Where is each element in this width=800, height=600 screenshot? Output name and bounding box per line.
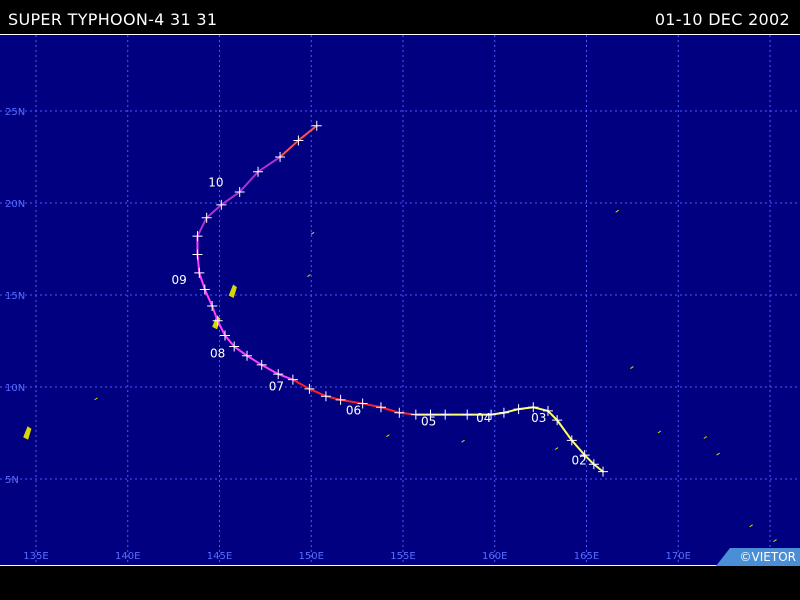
storm-title: SUPER TYPHOON-4 31 31 [8, 10, 218, 29]
track-position-marker [192, 231, 203, 242]
track-position-marker [410, 409, 421, 420]
lat-tick-label: 25N [5, 107, 25, 118]
date-range: 01-10 DEC 2002 [654, 10, 790, 29]
track-segment [308, 387, 327, 398]
lon-tick-label: 155E [390, 551, 415, 562]
track-segment [224, 334, 236, 348]
atoll [703, 436, 708, 439]
track-position-marker [335, 394, 346, 405]
lon-tick-label: 135E [23, 551, 48, 562]
track-position-marker [207, 301, 218, 312]
track-position-marker [513, 404, 524, 415]
atoll [615, 209, 619, 213]
track-map-canvas: 135E140E145E150E155E160E165E170E175E5N10… [0, 35, 800, 565]
atoll [94, 397, 98, 401]
lon-tick-label: 160E [482, 551, 507, 562]
day-label: 06 [346, 404, 361, 418]
lat-tick-label: 10N [5, 383, 25, 394]
atoll [307, 274, 311, 278]
track-segment [546, 409, 559, 422]
day-label: 07 [269, 380, 284, 394]
track-map: 135E140E145E150E155E160E165E170E175E5N10… [0, 34, 800, 566]
day-label: 04 [476, 411, 491, 425]
track-segment [257, 156, 282, 173]
track-segment [502, 408, 520, 414]
track-position-marker [199, 284, 210, 295]
track-segment [379, 406, 401, 414]
track-position-marker [304, 383, 315, 394]
atoll [630, 366, 634, 370]
track-position-marker [192, 249, 203, 260]
atoll [749, 524, 753, 528]
track-position-marker [256, 359, 267, 370]
track-position-marker [194, 267, 205, 278]
track-position-marker [462, 409, 473, 420]
day-label: 02 [572, 453, 587, 467]
atoll [773, 539, 777, 542]
atoll [716, 452, 720, 456]
lon-tick-label: 145E [207, 551, 232, 562]
day-label: 03 [531, 411, 546, 425]
track-segment [211, 305, 219, 322]
track-segment [556, 419, 573, 442]
track-segment [246, 354, 263, 366]
track-segment [216, 319, 227, 337]
track-position-marker [498, 407, 509, 418]
track-position-marker [273, 369, 284, 380]
atoll [310, 231, 315, 235]
atoll [386, 434, 390, 438]
track-segment [198, 271, 206, 291]
title-bar: SUPER TYPHOON-4 31 31 01-10 DEC 2002 [0, 0, 800, 34]
atoll [657, 430, 662, 434]
lat-tick-label: 20N [5, 199, 25, 210]
footer-bar [0, 566, 800, 600]
day-label: 09 [171, 273, 186, 287]
lon-tick-label: 140E [115, 551, 140, 562]
day-label: 10 [208, 175, 223, 189]
track-segment [238, 170, 260, 193]
track-segment [279, 139, 300, 158]
track-segment [233, 345, 249, 357]
island-palau [23, 426, 32, 440]
track-segment [592, 463, 605, 473]
track-position-marker [320, 391, 331, 402]
track-segment [203, 288, 214, 308]
day-label: 08 [210, 347, 225, 361]
track-segment [196, 216, 208, 238]
lon-tick-label: 150E [299, 551, 324, 562]
lon-tick-label: 165E [574, 551, 599, 562]
track-segment [260, 363, 280, 376]
atoll [554, 447, 559, 450]
lat-tick-label: 15N [5, 291, 25, 302]
track-segment [297, 124, 318, 142]
track-segment [324, 395, 342, 401]
day-label: 05 [421, 415, 436, 429]
credit-label: ©VIETOR [716, 548, 800, 566]
track-position-marker [287, 374, 298, 385]
island-saipan [228, 284, 237, 299]
track-position-marker [440, 409, 451, 420]
lat-tick-label: 5N [5, 475, 19, 486]
lon-tick-label: 170E [666, 551, 691, 562]
atoll [461, 439, 465, 443]
track-segment [361, 402, 382, 409]
track-position-marker [375, 402, 386, 413]
